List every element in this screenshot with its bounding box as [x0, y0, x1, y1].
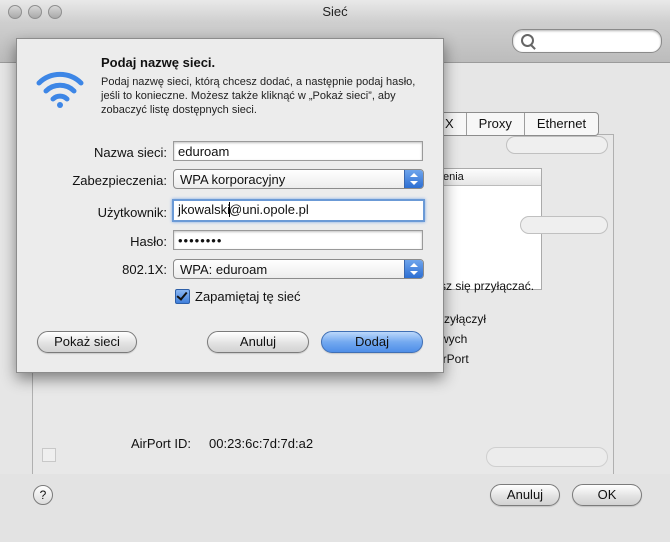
security-value: WPA korporacyjny — [180, 172, 286, 187]
join-network-sheet: Podaj nazwę sieci. Podaj nazwę sieci, kt… — [16, 38, 444, 373]
bg-faded-button[interactable] — [506, 136, 608, 154]
title-bar: Sieć — [0, 0, 670, 23]
cancel-button[interactable]: Anuluj — [207, 331, 309, 353]
bg-cancel-button[interactable]: Anuluj — [490, 484, 560, 506]
wifi-icon — [36, 71, 84, 108]
sheet-title: Podaj nazwę sieci. — [101, 55, 216, 70]
bottom-bar — [0, 474, 670, 542]
updown-arrows-icon — [404, 260, 423, 278]
search-field[interactable] — [512, 29, 662, 53]
table-header: enia — [441, 169, 541, 186]
user-label: Użytkownik: — [97, 205, 167, 220]
airport-id-value: 00:23:6c:7d:7d:a2 — [209, 436, 314, 451]
ok-button[interactable]: OK — [572, 484, 642, 506]
airport-id-label: AirPort ID: — [131, 436, 191, 451]
window-title: Sieć — [322, 4, 348, 19]
tab-proxy[interactable]: Proxy — [465, 113, 524, 135]
bg-text-join: sz się przyłączać. — [440, 279, 535, 293]
sheet-description: Podaj nazwę sieci, którą chcesz dodać, a… — [101, 76, 416, 116]
remember-network-label: Zapamiętaj tę sieć — [195, 289, 301, 304]
bg-text-networks: wych — [440, 332, 468, 346]
bg-faded-popup[interactable] — [520, 216, 608, 234]
network-name-label: Nazwa sieci: — [94, 145, 167, 160]
show-networks-button[interactable]: Pokaż sieci — [37, 331, 137, 353]
advanced-tabs: X Proxy Ethernet — [440, 112, 600, 136]
security-popup[interactable]: WPA korporacyjny — [173, 169, 424, 189]
tab-8021x[interactable]: X — [441, 113, 466, 135]
security-label: Zabezpieczenia: — [72, 173, 167, 188]
remember-network-checkbox[interactable] — [175, 289, 190, 304]
tab-ethernet[interactable]: Ethernet — [523, 113, 598, 135]
user-value-after: @uni.opole.pl — [229, 202, 309, 217]
help-button[interactable]: ? — [33, 485, 53, 505]
bg-checkbox[interactable] — [42, 448, 56, 462]
bg-text-airport: irPort — [440, 352, 469, 366]
bg-advanced-button[interactable] — [486, 447, 608, 467]
dot1x-popup[interactable]: WPA: eduroam — [173, 259, 424, 279]
bg-text-joined: rzyłączył — [440, 312, 487, 326]
user-value-before: jkowalski — [178, 202, 231, 217]
updown-arrows-icon — [404, 170, 423, 188]
dot1x-label: 802.1X: — [122, 262, 167, 277]
user-field[interactable]: jkowalski@uni.opole.pl — [172, 199, 425, 222]
search-icon — [521, 34, 534, 47]
network-name-field[interactable]: eduroam — [173, 141, 423, 161]
password-label: Hasło: — [130, 234, 167, 249]
add-button[interactable]: Dodaj — [321, 331, 423, 353]
password-field[interactable]: •••••••• — [173, 230, 423, 250]
dot1x-value: WPA: eduroam — [180, 262, 268, 277]
